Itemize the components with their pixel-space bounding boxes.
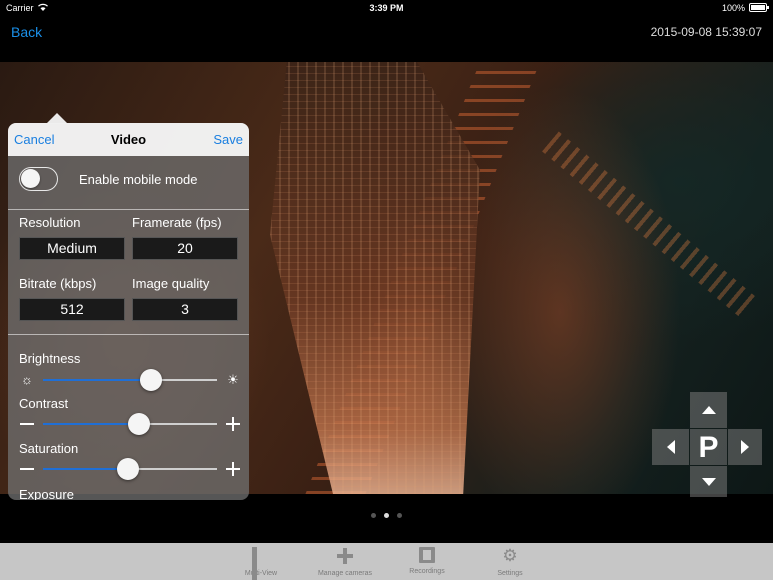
tab-multi-view[interactable]: Multi-View (219, 547, 303, 580)
image-quality-field[interactable]: 3 (132, 298, 238, 321)
contrast-label: Contrast (19, 396, 69, 411)
grid-icon (252, 547, 270, 580)
save-button[interactable]: Save (213, 132, 243, 147)
brightness-slider[interactable]: ☼ ☀ (19, 368, 241, 392)
exposure-label: Exposure (19, 487, 74, 500)
arrow-right-icon (741, 440, 749, 454)
resolution-field[interactable]: Medium (19, 237, 125, 260)
navigation-bar: Back 2015-09-08 15:39:07 (0, 16, 773, 62)
plus-icon (225, 412, 241, 436)
slider-thumb[interactable] (139, 369, 162, 391)
ptz-left-button[interactable] (652, 429, 689, 465)
divider (8, 209, 249, 210)
tab-label: Multi-View (244, 570, 278, 577)
plus-icon (225, 457, 241, 481)
minus-icon (19, 412, 35, 436)
bitrate-field[interactable]: 512 (19, 298, 125, 321)
status-time: 3:39 PM (369, 3, 404, 13)
mobile-mode-toggle[interactable] (19, 167, 58, 191)
minus-icon (19, 457, 35, 481)
brightness-low-icon: ☼ (21, 372, 33, 387)
battery-icon (749, 3, 769, 12)
plus-icon (336, 547, 354, 565)
tab-label: Settings (497, 570, 523, 577)
slider-track (43, 379, 217, 381)
arrow-down-icon (701, 477, 716, 486)
ptz-right-button[interactable] (728, 429, 762, 465)
status-bar: Carrier 3:39 PM 100% (0, 0, 773, 16)
tab-label: Manage cameras (317, 570, 373, 577)
saturation-slider[interactable] (19, 457, 241, 481)
page-indicator (0, 513, 773, 518)
tab-bar: Multi-View Manage cameras Recordings ⚙ S… (0, 543, 773, 580)
tab-manage-cameras[interactable]: Manage cameras (303, 547, 387, 577)
slider-thumb[interactable] (117, 458, 140, 480)
mobile-mode-label: Enable mobile mode (79, 172, 198, 187)
back-button[interactable]: Back (11, 24, 42, 40)
popover-header: Cancel Video Save (8, 123, 249, 156)
battery-percent: 100% (721, 3, 745, 13)
film-icon (419, 547, 435, 563)
bitrate-label: Bitrate (kbps) (19, 276, 97, 291)
contrast-slider[interactable] (19, 412, 241, 436)
tab-settings[interactable]: ⚙ Settings (468, 546, 552, 578)
slider-fill (43, 379, 151, 381)
slider-fill (43, 423, 139, 425)
framerate-label: Framerate (fps) (132, 215, 222, 230)
video-settings-popover: Cancel Video Save Enable mobile mode Res… (8, 123, 249, 500)
image-quality-label: Image quality (132, 276, 210, 291)
arrow-up-icon (701, 406, 716, 414)
tab-label: Recordings (409, 568, 445, 575)
ptz-up-button[interactable] (690, 392, 727, 428)
page-dot[interactable] (371, 513, 376, 518)
slider-thumb[interactable] (127, 413, 150, 435)
divider (8, 334, 249, 335)
brightness-high-icon: ☀ (227, 372, 239, 387)
ptz-preset-button[interactable]: P (690, 429, 727, 465)
toggle-knob (21, 169, 40, 188)
brightness-label: Brightness (19, 351, 81, 366)
arrow-left-icon (666, 440, 675, 454)
ptz-preset-label: P (698, 431, 719, 464)
resolution-label: Resolution (19, 215, 81, 230)
saturation-label: Saturation (19, 441, 79, 456)
ptz-down-button[interactable] (690, 466, 727, 497)
gear-icon: ⚙ (502, 546, 518, 565)
page-dot-active[interactable] (384, 513, 389, 518)
framerate-field[interactable]: 20 (132, 237, 238, 260)
skyscraper-image (270, 62, 480, 494)
tab-recordings[interactable]: Recordings (385, 547, 469, 575)
slider-fill (43, 468, 129, 470)
city-road-lights (542, 131, 758, 319)
camera-timestamp: 2015-09-08 15:39:07 (650, 25, 762, 39)
page-dot[interactable] (397, 513, 402, 518)
